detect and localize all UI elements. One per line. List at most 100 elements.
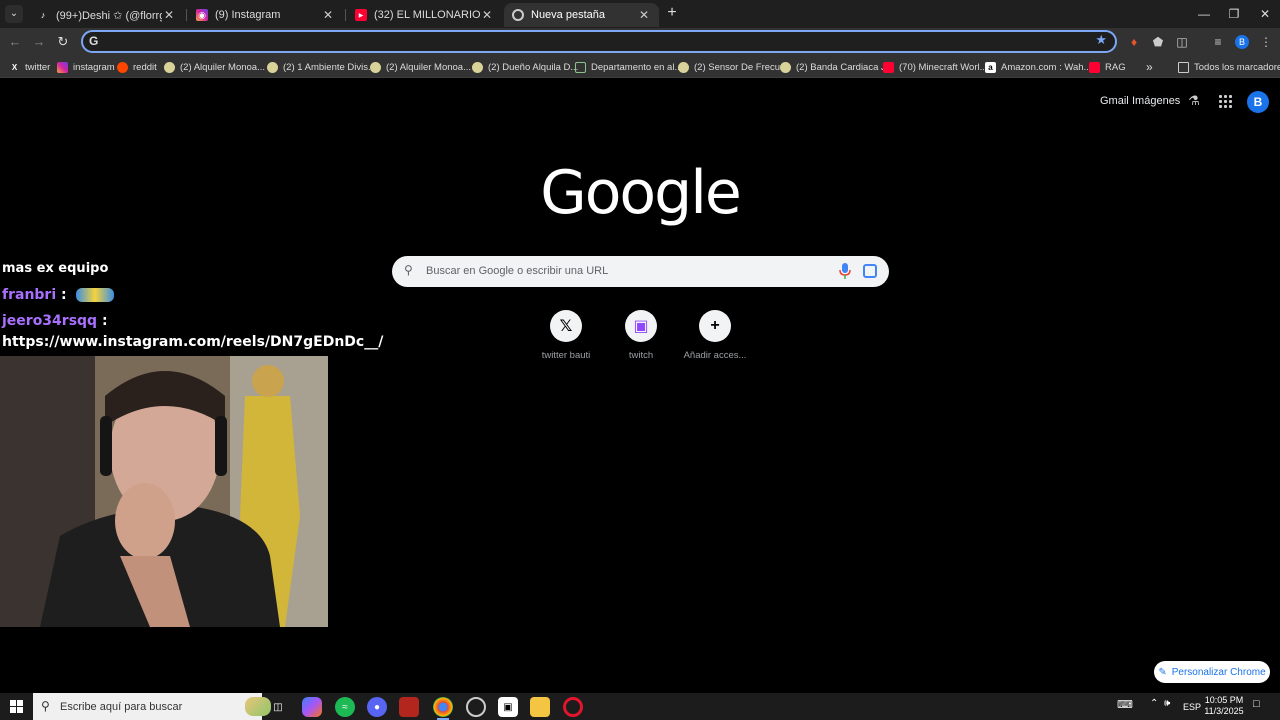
bookmarks-bar: X twitter instagram reddit (2) Alquiler …	[0, 56, 1280, 78]
minimize-icon[interactable]: —	[1189, 4, 1219, 24]
bookmark-label: RAG	[1105, 61, 1126, 73]
bookmark-rag[interactable]: RAG	[1089, 59, 1126, 75]
tab-title: (9) Instagram	[215, 9, 281, 21]
tray-chevron-up-icon[interactable]: ⌃	[1150, 698, 1158, 709]
taskbar-search-placeholder: Escribe aquí para buscar	[60, 701, 183, 713]
shortcut-twitch[interactable]: ▣ twitch	[606, 310, 676, 361]
bookmark-twitter[interactable]: X twitter	[9, 59, 51, 75]
volume-icon[interactable]: 🕪	[1164, 698, 1170, 709]
bookmark-dueno[interactable]: (2) Dueño Alquila D...	[472, 59, 578, 75]
bookmark-banda[interactable]: (2) Banda Cardiaca J...	[780, 59, 894, 75]
opera-icon[interactable]	[563, 697, 583, 717]
clock-date: 11/3/2025	[1204, 706, 1244, 716]
bookmark-label: Amazon.com : Wah...	[1001, 61, 1092, 73]
extensions-puzzle-icon[interactable]: ◫	[1173, 33, 1191, 51]
bookmark-label: instagram	[73, 61, 115, 73]
toolbar: ← → ↻ G ★ ♦ ⬟ ◫ ≡ ⋮	[0, 28, 1280, 56]
chrome-menu-icon[interactable]: ⋮	[1257, 33, 1275, 51]
close-icon[interactable]: ✕	[321, 8, 335, 22]
bookmark-ambiente[interactable]: (2) 1 Ambiente Divis...	[267, 59, 376, 75]
clock-time: 10:05 PM	[1204, 695, 1244, 705]
shortcut-label: twitter bauti	[541, 350, 591, 361]
microphone-icon[interactable]	[839, 263, 851, 279]
youtube-icon	[883, 61, 894, 73]
search-icon: ⚲	[41, 699, 50, 713]
google-lens-icon[interactable]	[863, 264, 877, 278]
chat-partial-line: mas ex equipo	[2, 261, 109, 276]
discord-icon[interactable]: ●	[367, 697, 387, 717]
bookmark-star-icon[interactable]: ★	[1095, 32, 1107, 48]
x-icon: 𝕏	[550, 310, 582, 342]
keyboard-icon[interactable]: ⌨	[1117, 698, 1133, 711]
extension-shield-icon[interactable]: ⬟	[1149, 33, 1167, 51]
tab-tiktok[interactable]: ♪ (99+)Deshi ✩ (@florrgreco) | T ✕	[29, 3, 184, 27]
tab-instagram[interactable]: ◉ (9) Instagram ✕	[188, 3, 343, 27]
reddit-icon	[117, 61, 128, 73]
app-red-icon[interactable]	[399, 697, 419, 717]
address-bar[interactable]: G ★	[81, 30, 1117, 53]
youtube-icon: ▶	[355, 9, 367, 21]
close-icon[interactable]: ✕	[162, 8, 176, 22]
bookmark-departamento[interactable]: Departamento en al...	[575, 59, 682, 75]
customize-chrome-button[interactable]: ✎ Personalizar Chrome	[1154, 661, 1270, 683]
file-explorer-icon[interactable]	[530, 697, 550, 717]
task-view-icon[interactable]: ◫	[268, 697, 288, 717]
labs-flask-icon[interactable]: ⚗	[1186, 93, 1202, 109]
window-close-icon[interactable]: ✕	[1250, 4, 1280, 24]
media-control-icon[interactable]: ≡	[1209, 33, 1227, 51]
bookmarks-overflow-button[interactable]: »	[1146, 59, 1153, 75]
taskbar-clock[interactable]: 10:05 PM 11/3/2025	[1196, 695, 1252, 717]
bookmark-minecraft[interactable]: (70) Minecraft Worl...	[883, 59, 988, 75]
bookmark-sensor[interactable]: (2) Sensor De Frecu...	[678, 59, 788, 75]
extension-fox-icon[interactable]: ♦	[1125, 33, 1143, 51]
restore-icon[interactable]: ❐	[1219, 4, 1249, 24]
bookmark-amazon[interactable]: a Amazon.com : Wah...	[985, 59, 1091, 75]
bookmark-alquiler-1[interactable]: (2) Alquiler Monoa...	[164, 59, 265, 75]
shortcut-twitter-bauti[interactable]: 𝕏 twitter bauti	[531, 310, 601, 361]
obs-icon[interactable]	[466, 697, 486, 717]
account-avatar[interactable]: B	[1247, 91, 1269, 113]
google-search-box[interactable]: ⚲	[392, 256, 889, 287]
youtube-icon	[1089, 61, 1100, 73]
images-link[interactable]: Imágenes	[1132, 95, 1180, 107]
taskbar-search[interactable]: ⚲ Escribe aquí para buscar	[33, 693, 271, 720]
spotify-icon[interactable]: ≈	[335, 697, 355, 717]
tab-search-chevron-icon[interactable]: ⌄	[5, 5, 23, 23]
back-arrow-icon[interactable]: ←	[6, 33, 24, 51]
close-icon[interactable]: ✕	[480, 8, 494, 22]
all-bookmarks-label: Todos los marcadores	[1194, 61, 1280, 73]
search-icon: ⚲	[404, 263, 413, 277]
close-icon[interactable]: ✕	[637, 8, 651, 22]
bookmark-label: (70) Minecraft Worl...	[899, 61, 988, 73]
bookmark-reddit[interactable]: reddit	[117, 59, 157, 75]
chrome-taskbar-icon[interactable]	[433, 697, 453, 720]
profile-avatar-small[interactable]: B	[1235, 35, 1249, 49]
tab-divider	[186, 9, 187, 21]
chat-username: franbri	[2, 287, 57, 303]
google-g-icon: G	[89, 34, 99, 48]
app-white-icon[interactable]: ▣	[498, 697, 518, 717]
shortcut-add[interactable]: + Añadir acces...	[680, 310, 750, 361]
bookmark-alquiler-2[interactable]: (2) Alquiler Monoa...	[370, 59, 471, 75]
address-input[interactable]	[107, 33, 1087, 50]
chrome-icon	[512, 9, 524, 21]
plus-icon: +	[699, 310, 731, 342]
tab-new-tab[interactable]: Nueva pestaña ✕	[504, 3, 659, 27]
bookmark-label: (2) Alquiler Monoa...	[386, 61, 472, 73]
x-icon: X	[11, 62, 18, 72]
all-bookmarks-button[interactable]: Todos los marcadores	[1178, 59, 1280, 75]
notifications-icon[interactable]: □	[1253, 698, 1260, 710]
bookmark-instagram[interactable]: instagram	[57, 59, 115, 75]
gmail-link[interactable]: Gmail	[1100, 95, 1129, 107]
chevron-double-right-icon: »	[1146, 60, 1153, 74]
forward-arrow-icon[interactable]: →	[30, 33, 48, 51]
windows-start-icon[interactable]	[10, 700, 23, 713]
new-tab-plus-icon[interactable]: +	[663, 4, 681, 22]
instagram-icon	[57, 61, 68, 73]
tab-youtube[interactable]: ▶ (32) EL MILLONARIO CAYÓ CON ✕	[347, 3, 502, 27]
google-apps-grid-icon[interactable]	[1218, 94, 1234, 110]
bookmark-label: reddit	[133, 61, 157, 73]
copilot-icon[interactable]	[302, 697, 322, 717]
reload-icon[interactable]: ↻	[54, 33, 72, 51]
google-search-input[interactable]	[426, 262, 826, 280]
